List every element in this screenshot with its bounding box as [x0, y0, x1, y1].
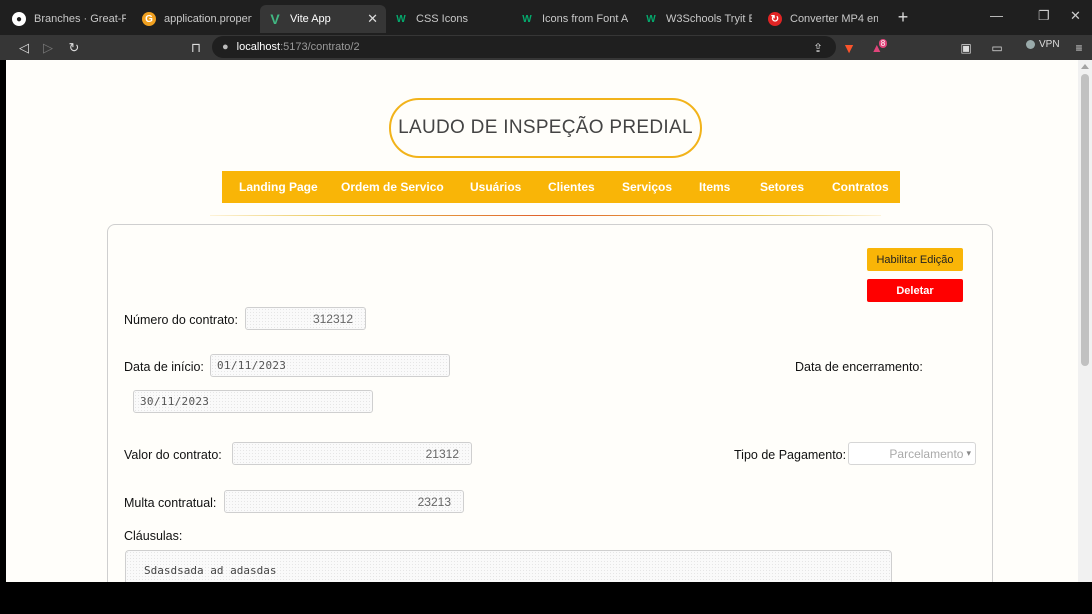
nav-landing-page[interactable]: Landing Page — [239, 180, 318, 194]
tab-label: Vite App — [290, 13, 331, 25]
main-nav: Landing Page Ordem de Servico Usuários C… — [222, 171, 900, 203]
tab-font-awesome[interactable]: W Icons from Font Aweso — [512, 5, 636, 33]
w3schools-icon: W — [646, 13, 656, 25]
nav-divider — [210, 215, 881, 216]
screen-bottom-band — [0, 582, 1092, 614]
minimize-icon[interactable]: — — [990, 8, 1003, 23]
tab-label: Converter MP4 em GIF — [790, 13, 878, 25]
scroll-thumb[interactable] — [1081, 74, 1089, 366]
enable-edit-button[interactable]: Habilitar Edição — [867, 248, 963, 271]
payment-type-select[interactable]: Parcelamento ▾ — [848, 442, 976, 465]
vpn-icon — [1026, 40, 1035, 49]
rewards-badge: 8 — [878, 39, 888, 48]
w3schools-icon: W — [522, 13, 532, 25]
address-bar[interactable]: ● localhost:5173/contrato/2 — [212, 36, 836, 58]
share-icon[interactable]: ⇪ — [809, 39, 827, 56]
browser-toolbar: ◁ ▷ ↻ ⊓ ● localhost:5173/contrato/2 ⇪ ▼ … — [0, 35, 1092, 60]
tab-branches[interactable]: ● Branches · Great-Prete — [4, 5, 134, 33]
vpn-label: VPN — [1039, 39, 1060, 50]
nav-setores[interactable]: Setores — [760, 180, 804, 194]
site-info-icon[interactable]: ● — [222, 41, 229, 53]
sidebar-icon[interactable]: ▣ — [957, 39, 975, 56]
clauses-textarea[interactable]: Sdasdsada ad adasdas — [125, 550, 892, 582]
nav-contratos[interactable]: Contratos — [832, 180, 889, 194]
tab-label: Icons from Font Aweso — [542, 13, 628, 25]
vpn-button[interactable]: VPN — [1026, 39, 1060, 50]
back-icon[interactable]: ◁ — [14, 38, 34, 58]
penalty-field[interactable]: 23213 — [224, 490, 464, 513]
url-host: localhost — [236, 41, 281, 53]
vue-icon: V — [270, 11, 280, 27]
tab-css-icons[interactable]: W CSS Icons — [386, 5, 510, 33]
end-date-field[interactable]: 30/11/2023 — [133, 390, 373, 413]
bookmark-icon[interactable]: ⊓ — [186, 38, 206, 58]
nav-clientes[interactable]: Clientes — [548, 180, 595, 194]
nav-servicos[interactable]: Serviços — [622, 180, 672, 194]
contract-value-field[interactable]: 21312 — [232, 442, 472, 465]
nav-ordem-de-servico[interactable]: Ordem de Servico — [341, 180, 444, 194]
page-scrollbar[interactable] — [1078, 60, 1092, 582]
tab-tryit-editor[interactable]: W W3Schools Tryit Editor — [636, 5, 760, 33]
contract-value-label: Valor do contrato: — [124, 448, 222, 462]
scroll-up-arrow-icon[interactable] — [1081, 64, 1089, 69]
browser-tab-bar: ● Branches · Great-Prete G application.p… — [0, 0, 1092, 35]
close-icon[interactable]: ✕ — [367, 11, 378, 27]
nav-usuarios[interactable]: Usuários — [470, 180, 521, 194]
tab-label: Branches · Great-Prete — [34, 13, 126, 25]
nav-items[interactable]: Items — [699, 180, 730, 194]
page-content: LAUDO DE INSPEÇÃO PREDIAL Landing Page O… — [6, 60, 1078, 582]
tab-application-properties[interactable]: G application.properties — [134, 5, 260, 33]
end-date-label: Data de encerramento: — [795, 360, 923, 374]
reload-icon[interactable]: ↻ — [64, 38, 84, 58]
tab-converter[interactable]: ↻ Converter MP4 em GIF — [760, 5, 886, 33]
payment-type-value: Parcelamento — [889, 446, 964, 461]
menu-icon[interactable]: ≡ — [1072, 39, 1086, 56]
page-title: LAUDO DE INSPEÇÃO PREDIAL — [389, 98, 702, 158]
url-path: :5173/contrato/2 — [280, 41, 360, 53]
w3schools-icon: W — [396, 13, 406, 25]
penalty-label: Multa contratual: — [124, 496, 217, 510]
contract-card: Habilitar Edição Deletar Número do contr… — [107, 224, 993, 582]
payment-type-label: Tipo de Pagamento: — [734, 448, 847, 462]
chevron-down-icon: ▾ — [966, 448, 971, 458]
contract-number-field[interactable]: 312312 — [245, 307, 366, 330]
brave-shield-icon[interactable]: ▼ — [840, 39, 858, 56]
gitea-icon: G — [142, 12, 156, 26]
restore-icon[interactable]: ❐ — [1038, 8, 1050, 24]
tab-label: W3Schools Tryit Editor — [666, 13, 752, 25]
tab-label: CSS Icons — [416, 13, 468, 25]
contract-number-label: Número do contrato: — [124, 313, 238, 327]
start-date-label: Data de início: — [124, 360, 204, 374]
converter-icon: ↻ — [768, 12, 782, 26]
tab-vite-app[interactable]: V Vite App ✕ — [260, 5, 386, 33]
wallet-icon[interactable]: ▭ — [988, 39, 1006, 56]
clauses-label: Cláusulas: — [124, 529, 183, 543]
delete-button[interactable]: Deletar — [867, 279, 963, 302]
close-window-icon[interactable]: ✕ — [1070, 8, 1081, 24]
brave-rewards-icon[interactable]: ▲ 8 — [868, 39, 890, 56]
tab-label: application.properties — [164, 13, 252, 25]
github-icon: ● — [12, 12, 26, 26]
new-tab-button[interactable]: + — [893, 7, 913, 27]
forward-icon[interactable]: ▷ — [38, 38, 58, 58]
start-date-field[interactable]: 01/11/2023 — [210, 354, 450, 377]
